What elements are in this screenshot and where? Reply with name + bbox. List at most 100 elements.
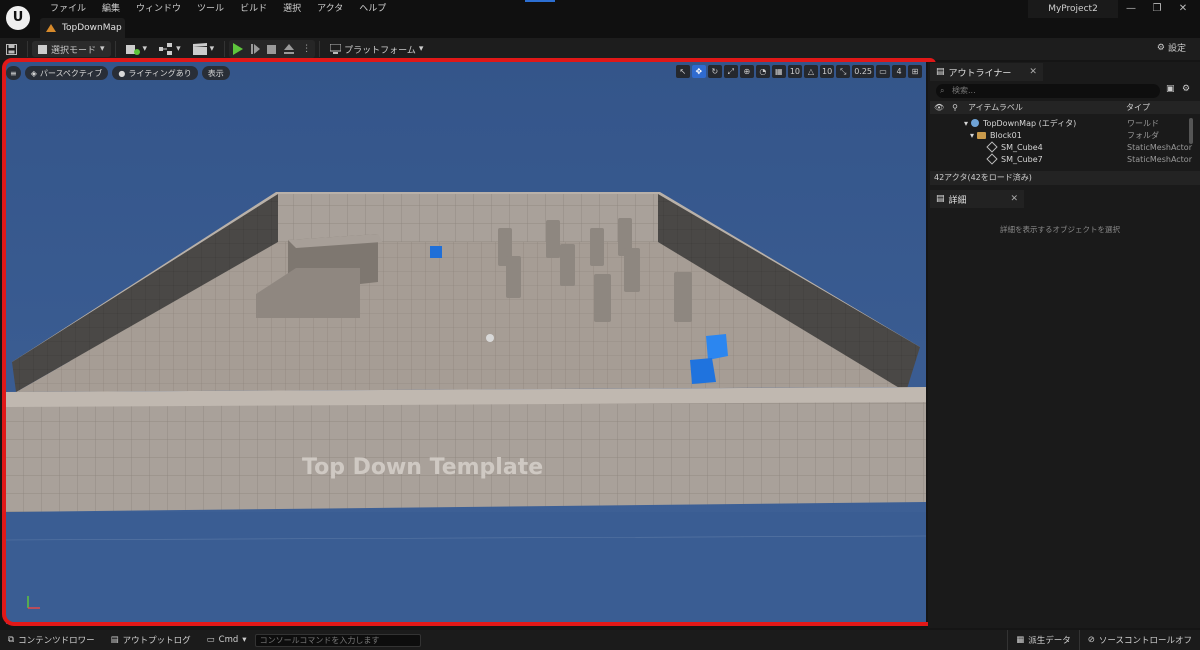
menu-bar: U ファイル 編集 ウィンドウ ツール ビルド 選択 アクタ ヘルプ TopDo… bbox=[0, 0, 1200, 38]
select-mode-dropdown[interactable]: 選択モード ▾ bbox=[32, 41, 111, 57]
outliner-row-mesh[interactable]: SM_Cube4 StaticMeshActor bbox=[930, 141, 1192, 153]
details-empty-message: 詳細を表示するオブジェクトを選択 bbox=[1000, 225, 1120, 234]
menu-file[interactable]: ファイル bbox=[42, 2, 94, 16]
world-space-icon[interactable]: ⊕ bbox=[739, 65, 754, 78]
settings-label: 設定 bbox=[1167, 44, 1186, 54]
close-icon[interactable]: ✕ bbox=[1011, 194, 1019, 204]
add-actor-button[interactable]: ▾ bbox=[120, 40, 154, 58]
outliner-tab-label: アウトライナー bbox=[948, 68, 1012, 79]
tab-outliner[interactable]: ▤ アウトライナー ✕ bbox=[930, 63, 1043, 81]
close-icon[interactable]: ✕ bbox=[1029, 67, 1037, 77]
menu-edit[interactable]: 編集 bbox=[94, 2, 128, 16]
minimize-button[interactable]: — bbox=[1118, 0, 1144, 18]
grid-snap-icon[interactable]: ▦ bbox=[771, 65, 786, 78]
add-actor-icon bbox=[125, 45, 140, 55]
show-button[interactable]: 表示 bbox=[201, 66, 230, 80]
viewport-menu-button[interactable]: ≡ bbox=[6, 66, 21, 80]
level-viewport[interactable]: Top Down Template ≡ ◈ パースペクティブ ● ライティングあ… bbox=[6, 62, 926, 624]
chevron-down-icon: ▾ bbox=[176, 44, 181, 54]
menu-window[interactable]: ウィンドウ bbox=[128, 2, 189, 16]
scale-snap-value[interactable]: 0.25 bbox=[852, 65, 874, 78]
step-icon[interactable] bbox=[251, 44, 261, 54]
scale-snap-icon[interactable]: ⤡ bbox=[836, 65, 851, 78]
column-type[interactable]: タイプ bbox=[1126, 102, 1150, 113]
blue-cube-small[interactable] bbox=[430, 246, 442, 258]
row-type: フォルダ bbox=[1127, 130, 1159, 140]
static-mesh-icon bbox=[986, 153, 998, 165]
terminal-icon: ▭ bbox=[206, 635, 215, 645]
translate-tool-icon[interactable]: ✥ bbox=[691, 65, 706, 78]
search-icon: ⌕ bbox=[940, 86, 945, 95]
viewport-scene[interactable]: Top Down Template bbox=[6, 62, 926, 624]
add-folder-icon[interactable]: ▣ bbox=[1166, 84, 1175, 94]
menu-tools[interactable]: ツール bbox=[189, 2, 232, 16]
cinematics-button[interactable]: ▾ bbox=[187, 40, 221, 58]
maximize-button[interactable]: ❐ bbox=[1144, 0, 1170, 18]
visibility-column-icon[interactable]: 👁 bbox=[934, 103, 944, 112]
platforms-dropdown[interactable]: プラットフォーム ▾ bbox=[324, 40, 429, 58]
cmd-dropdown[interactable]: ▭ Cmd ▾ bbox=[199, 635, 255, 645]
scale-tool-icon[interactable]: ⤢ bbox=[723, 65, 738, 78]
select-tool-icon[interactable]: ↖ bbox=[675, 65, 690, 78]
eject-icon[interactable] bbox=[284, 44, 295, 54]
surface-snap-icon[interactable]: ◔ bbox=[755, 65, 770, 78]
camera-speed-value[interactable]: 4 bbox=[892, 65, 906, 78]
rotate-tool-icon[interactable]: ↻ bbox=[707, 65, 722, 78]
chevron-down-icon: ▾ bbox=[209, 44, 215, 54]
play-icon[interactable] bbox=[233, 43, 244, 55]
settings-button[interactable]: ⚙ 設定 bbox=[1157, 41, 1186, 55]
tab-details[interactable]: ▤ 詳細 ✕ bbox=[930, 190, 1025, 208]
blue-cube-upper[interactable] bbox=[706, 334, 728, 360]
viewport-transform-tools: ↖ ✥ ↻ ⤢ ⊕ ◔ ▦ 10 △ 10 ⤡ 0.25 ▭ 4 ⊞ bbox=[675, 65, 922, 78]
static-mesh-icon bbox=[986, 141, 998, 153]
tab-topdownmap[interactable]: TopDownMap bbox=[40, 18, 125, 38]
chevron-down-icon[interactable]: ▾ bbox=[970, 131, 974, 140]
outliner-settings-icon[interactable]: ⚙ bbox=[1182, 84, 1190, 94]
blueprint-button[interactable]: ▾ bbox=[153, 40, 187, 58]
platforms-icon bbox=[330, 44, 342, 54]
blueprint-icon bbox=[159, 43, 173, 55]
outliner-icon: ▤ bbox=[936, 67, 945, 77]
chevron-down-icon[interactable]: ▾ bbox=[964, 119, 968, 128]
menu-build[interactable]: ビルド bbox=[232, 2, 275, 16]
perspective-button[interactable]: ◈ パースペクティブ bbox=[24, 66, 109, 80]
close-button[interactable]: ✕ bbox=[1170, 0, 1196, 18]
project-name: MyProject2 bbox=[1028, 0, 1118, 18]
rotation-snap-icon[interactable]: △ bbox=[804, 65, 818, 78]
lighting-button[interactable]: ● ライティングあり bbox=[112, 66, 198, 80]
derived-data-button[interactable]: ▦ 派生データ bbox=[1007, 630, 1079, 650]
rotation-snap-value[interactable]: 10 bbox=[820, 65, 835, 78]
camera-speed-icon[interactable]: ▭ bbox=[876, 65, 890, 78]
column-item-label[interactable]: アイテムラベル bbox=[968, 102, 1023, 113]
outliner-row-mesh[interactable]: SM_Cube7 StaticMeshActor bbox=[930, 153, 1192, 165]
outliner-row-folder[interactable]: ▾ Block01 フォルダ bbox=[930, 129, 1188, 141]
source-control-label: ソースコントロールオフ bbox=[1098, 636, 1192, 646]
more-options-icon[interactable]: ⋮ bbox=[302, 44, 311, 54]
menu-select[interactable]: 選択 bbox=[275, 2, 309, 16]
pin-column-icon[interactable]: ⚲ bbox=[952, 103, 958, 112]
content-drawer-button[interactable]: ⧉ コンテンツドロワー bbox=[0, 634, 103, 646]
player-start-icon[interactable] bbox=[486, 334, 494, 342]
source-control-off-icon: ⊘ bbox=[1087, 635, 1095, 645]
stop-icon[interactable] bbox=[267, 44, 277, 54]
save-button[interactable] bbox=[0, 40, 23, 58]
menu-help[interactable]: ヘルプ bbox=[351, 2, 394, 16]
chevron-down-icon: ▾ bbox=[100, 44, 105, 54]
ground-background bbox=[6, 512, 926, 624]
outliner-row-world[interactable]: ▾ TopDownMap (エディタ) ワールド bbox=[930, 117, 1188, 129]
scene-text: Top Down Template bbox=[302, 455, 543, 480]
details-tab-label: 詳細 bbox=[948, 195, 967, 206]
outliner-scrollbar[interactable] bbox=[1189, 118, 1193, 144]
details-icon: ▤ bbox=[936, 194, 945, 204]
output-log-icon: ▤ bbox=[110, 635, 119, 645]
source-control-button[interactable]: ⊘ ソースコントロールオフ bbox=[1078, 630, 1200, 650]
menu-actor[interactable]: アクタ bbox=[309, 2, 351, 16]
outliner-search-input[interactable]: ⌕ 検索... bbox=[936, 84, 1160, 98]
output-log-button[interactable]: ▤ アウトプットログ bbox=[103, 634, 199, 646]
blue-cube-lower[interactable] bbox=[690, 358, 716, 384]
layout-icon[interactable]: ⊞ bbox=[908, 65, 922, 78]
console-command-input[interactable]: コンソールコマンドを入力します bbox=[254, 633, 421, 647]
grid-snap-value[interactable]: 10 bbox=[787, 65, 802, 78]
tab-label: TopDownMap bbox=[62, 23, 122, 33]
row-label: TopDownMap (エディタ) bbox=[983, 118, 1077, 128]
